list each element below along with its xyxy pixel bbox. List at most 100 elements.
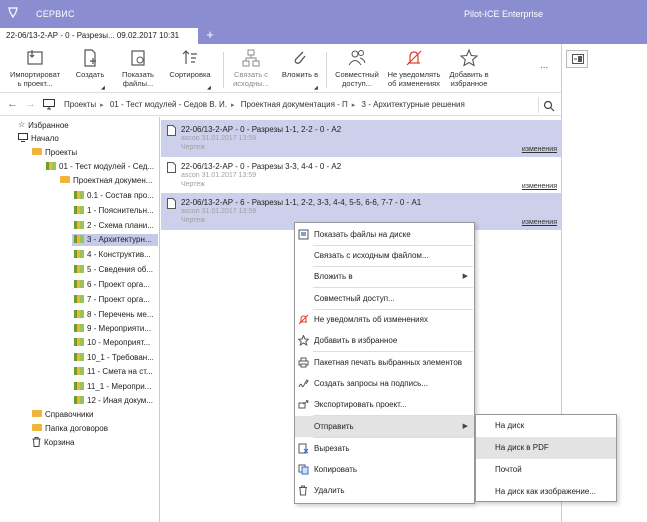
menu-item-no-notify[interactable]: Не уведомлять об изменениях bbox=[295, 309, 474, 330]
service-menu[interactable]: СЕРВИС bbox=[36, 9, 75, 19]
tree-item-section[interactable]: 12 - Иная докум... bbox=[74, 395, 153, 407]
menu-item-add-favorite[interactable]: Добавить в избранное bbox=[295, 330, 474, 351]
hierarchy-icon bbox=[242, 49, 260, 67]
submenu-item-to-disk-pdf[interactable]: На диск в PDF bbox=[476, 437, 616, 459]
users-icon bbox=[348, 50, 366, 66]
tree-item-section[interactable]: 7 - Проект орга... bbox=[74, 294, 150, 306]
menu-item-shared-access[interactable]: Совместный доступ... bbox=[295, 288, 474, 309]
toggle-panel-button[interactable] bbox=[566, 50, 588, 68]
docs-icon bbox=[74, 205, 84, 214]
tab-bar: 22-06/13-2-АР - 0 - Разрезы... 09.02.201… bbox=[0, 26, 647, 44]
sort-button[interactable]: Сортировка ◢ bbox=[163, 48, 217, 91]
tree-item-section-selected[interactable]: 3 - Архитектурн... bbox=[72, 234, 158, 246]
no-notify-button[interactable]: Не уведомлять об изменениях bbox=[385, 48, 443, 88]
document-title: 22-06/13-2-АР - 0 - Разрезы 3-3, 4-4 - 0… bbox=[181, 162, 342, 171]
tree-item-section[interactable]: 11_1 - Меропри... bbox=[74, 381, 151, 393]
changes-link[interactable]: изменения bbox=[522, 219, 557, 226]
breadcrumb-item[interactable]: Проекты bbox=[64, 100, 96, 109]
list-item[interactable]: 22-06/13-2-АР - 0 - Разрезы 3-3, 4-4 - 0… bbox=[161, 157, 561, 194]
tree-item-favorites[interactable]: ☆ Избранное bbox=[18, 120, 69, 132]
tree-item-section[interactable]: 2 - Схема плани... bbox=[74, 220, 154, 232]
menu-item-copy[interactable]: Копировать bbox=[295, 459, 474, 480]
submenu-item-to-disk[interactable]: На диск bbox=[476, 415, 616, 437]
navigation-tree: ☆ Избранное Начало Проекты 01 - Тест моду… bbox=[0, 117, 160, 522]
tree-item-section[interactable]: 1 - Пояснительн... bbox=[74, 205, 154, 217]
toolbar-divider bbox=[326, 52, 327, 88]
create-button[interactable]: Создать ◢ bbox=[68, 48, 112, 91]
chevron-right-icon: ▸ bbox=[231, 102, 235, 109]
menu-item-link-source[interactable]: Связать с исходным файлом... bbox=[295, 245, 474, 266]
document-meta: ascon 31.01.2017 13:59 bbox=[181, 135, 257, 142]
docs-icon bbox=[74, 264, 84, 273]
menu-item-signature-requests[interactable]: Создать запросы на подпись... bbox=[295, 373, 474, 394]
chevron-right-icon: ▸ bbox=[351, 102, 356, 109]
tree-item-section[interactable]: 9 - Мероприяти... bbox=[74, 323, 151, 335]
star-icon bbox=[459, 48, 479, 67]
tree-item-references[interactable]: Справочники bbox=[32, 409, 93, 421]
attach-to-button[interactable]: Вложить в ◢ bbox=[276, 48, 324, 91]
submenu-item-to-disk-image[interactable]: На диск как изображение... bbox=[476, 481, 616, 503]
docs-icon bbox=[74, 337, 84, 346]
tree-item-section[interactable]: 6 - Проект орга... bbox=[74, 279, 150, 291]
navigation-bar: ← → Проекты ▸ 01 - Тест модулей - Седов В… bbox=[0, 94, 561, 116]
import-project-button[interactable]: Импортироват ь проект... bbox=[3, 48, 67, 88]
paperclip-icon bbox=[294, 51, 306, 64]
add-favorite-button[interactable]: Добавить в избранное bbox=[446, 48, 492, 88]
list-item[interactable]: 22-06/13-2-АР - 0 - Разрезы 1-1, 2-2 - 0… bbox=[161, 120, 561, 157]
submenu-item-by-email[interactable]: Почтой bbox=[476, 459, 616, 481]
title-bar: СЕРВИС Pilot-ICE Enterprise bbox=[0, 0, 647, 26]
tree-item-section[interactable]: 10 - Мероприят... bbox=[74, 337, 150, 349]
breadcrumb-item[interactable]: Проектная документация - П bbox=[241, 100, 348, 109]
menu-item-export-project[interactable]: Экспортировать проект... bbox=[295, 394, 474, 415]
document-icon bbox=[167, 125, 176, 136]
search-button[interactable] bbox=[538, 97, 556, 113]
menu-item-delete[interactable]: Удалить bbox=[295, 480, 474, 501]
docs-icon bbox=[74, 395, 84, 404]
tree-item-projects[interactable]: Проекты bbox=[32, 147, 77, 159]
more-button[interactable]: ... bbox=[540, 60, 548, 71]
submenu-arrow-icon: ▶ bbox=[462, 423, 468, 430]
tree-item-project[interactable]: 01 - Тест модулей - Сед... bbox=[46, 161, 154, 173]
folder-icon bbox=[32, 424, 42, 432]
show-files-button[interactable]: Показать файлы... bbox=[114, 48, 162, 88]
menu-item-cut[interactable]: Вырезать bbox=[295, 438, 474, 459]
tree-item-home[interactable]: Начало bbox=[18, 133, 59, 145]
shared-access-button[interactable]: Совместный доступ... bbox=[330, 48, 384, 88]
tree-item-section[interactable]: 0.1 - Состав про... bbox=[74, 190, 154, 202]
tree-item-section[interactable]: 11 - Смета на ст... bbox=[74, 366, 153, 378]
menu-item-attach-to[interactable]: Вложить в ▶ bbox=[295, 266, 474, 287]
monitor-icon[interactable] bbox=[43, 99, 55, 110]
changes-link[interactable]: изменения bbox=[522, 146, 557, 153]
tree-item-contracts[interactable]: Папка договоров bbox=[32, 423, 108, 435]
forward-arrow-icon[interactable]: → bbox=[25, 98, 36, 110]
add-tab-button[interactable]: + bbox=[203, 28, 217, 42]
import-icon bbox=[27, 50, 43, 65]
breadcrumb-item[interactable]: 01 - Тест модулей - Седов В. И. bbox=[110, 100, 227, 109]
menu-item-send[interactable]: Отправить ▶ bbox=[295, 416, 474, 437]
tree-item-section[interactable]: 8 - Перечень ме... bbox=[74, 309, 153, 321]
sort-icon bbox=[182, 50, 197, 64]
document-type: Чертеж bbox=[181, 144, 205, 151]
link-source-button[interactable]: Связать с исходны... bbox=[228, 48, 274, 88]
chevron-right-icon: ▸ bbox=[100, 102, 104, 109]
changes-link[interactable]: изменения bbox=[522, 183, 557, 190]
context-menu: Показать файлы на диске Связать с исходн… bbox=[294, 222, 475, 504]
back-arrow-icon[interactable]: ← bbox=[7, 98, 18, 110]
tree-item-project-docs[interactable]: Проектная докумен... bbox=[60, 175, 152, 187]
tree-item-section[interactable]: 10_1 - Требован... bbox=[74, 352, 154, 364]
printer-icon bbox=[298, 357, 309, 368]
menu-item-show-files[interactable]: Показать файлы на диске bbox=[295, 224, 474, 245]
show-files-icon bbox=[298, 229, 309, 240]
docs-icon bbox=[74, 381, 84, 390]
toolbar: Импортироват ь проект... Создать ◢ Показат… bbox=[0, 44, 561, 93]
menu-item-batch-print[interactable]: Пакетная печать выбранных элементов bbox=[295, 352, 474, 373]
tree-item-section[interactable]: 4 - Конструктив... bbox=[74, 249, 151, 261]
document-tab[interactable]: 22-06/13-2-АР - 0 - Разрезы... 09.02.201… bbox=[0, 28, 198, 44]
breadcrumb-item[interactable]: 3 - Архитектурные решения bbox=[362, 100, 465, 109]
folder-icon bbox=[32, 148, 42, 156]
tree-item-trash[interactable]: Корзина bbox=[32, 436, 74, 449]
docs-icon bbox=[74, 323, 84, 332]
tree-item-section[interactable]: 5 - Сведения об... bbox=[74, 264, 153, 276]
docs-icon bbox=[74, 309, 84, 318]
dropdown-arrow-icon: ◢ bbox=[314, 85, 318, 91]
